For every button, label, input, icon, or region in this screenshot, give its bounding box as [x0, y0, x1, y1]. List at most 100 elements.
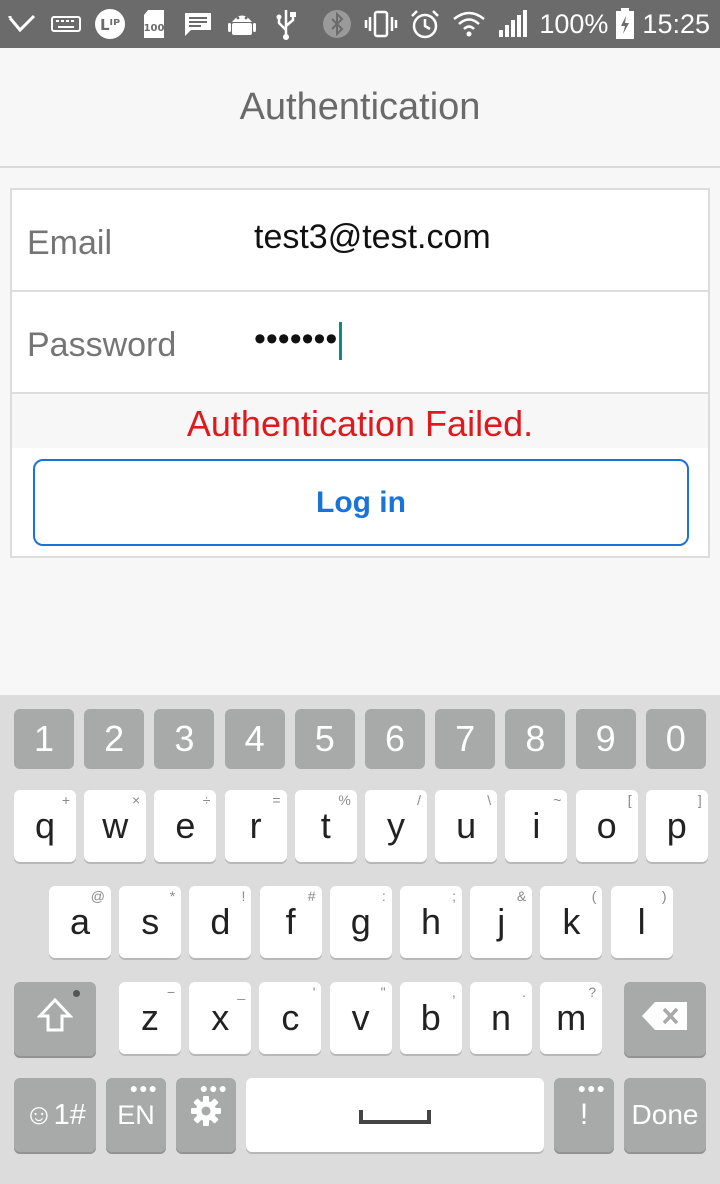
key-j[interactable]: j &	[470, 886, 533, 958]
key-a[interactable]: a @	[49, 886, 111, 958]
symbols-key[interactable]: ☺1#	[14, 1078, 96, 1152]
key-alt-symbol: @	[90, 888, 105, 904]
key-alt-symbol: !	[241, 888, 246, 904]
key-r[interactable]: r =	[224, 790, 287, 862]
usb-icon	[264, 0, 308, 48]
key-x[interactable]: x _	[189, 982, 252, 1054]
key-h[interactable]: h;	[400, 886, 462, 958]
sd-100-icon: 100	[132, 0, 176, 48]
key-s[interactable]: s *	[119, 886, 182, 958]
key-6[interactable]: 6	[365, 709, 425, 769]
key-alt-symbol: %	[338, 792, 351, 808]
key-letter: c	[281, 997, 300, 1038]
key-k[interactable]: k(	[540, 886, 603, 958]
key-alt-symbol: .	[522, 984, 526, 1000]
key-7[interactable]: 7	[435, 709, 496, 769]
key-o[interactable]: o[	[575, 790, 638, 862]
key-alt-symbol: :	[381, 888, 386, 904]
key-alt-symbol: ~	[553, 792, 562, 808]
key-y[interactable]: y /	[365, 790, 427, 862]
key-alt-symbol: )	[661, 888, 667, 904]
error-message: Authentication Failed.	[12, 394, 708, 448]
key-i[interactable]: i ~	[505, 790, 568, 862]
key-letter: t	[320, 805, 331, 846]
done-key[interactable]: Done	[624, 1078, 706, 1152]
message-icon	[176, 0, 220, 48]
key-b[interactable]: b,	[399, 982, 462, 1054]
key-letter: b	[420, 997, 441, 1038]
more-dots: ●●●	[577, 1080, 606, 1096]
key-m[interactable]: m?	[540, 982, 603, 1054]
key-letter: i	[532, 805, 541, 846]
key-c[interactable]: c '	[259, 982, 322, 1054]
key-letter: p	[666, 805, 687, 846]
key-letter: u	[456, 805, 477, 846]
signal-badge-icon: Lᴵᴾ	[88, 0, 132, 48]
key-alt-symbol: (	[591, 888, 597, 904]
svg-text:100: 100	[144, 23, 165, 34]
key-4[interactable]: 4	[224, 709, 285, 769]
key-p[interactable]: p]	[645, 790, 708, 862]
clock-time: 15:25	[642, 8, 710, 39]
login-form: Email test3@test.com Password ••••••• Au…	[10, 188, 710, 558]
key-q[interactable]: q +	[14, 790, 76, 862]
email-row[interactable]: Email test3@test.com	[12, 190, 708, 292]
key-1[interactable]: 1	[14, 709, 74, 769]
backspace-key[interactable]	[624, 982, 706, 1056]
key-2[interactable]: 2	[84, 709, 145, 769]
key-letter: y	[387, 805, 405, 846]
key-letter: q	[34, 805, 56, 846]
key-e[interactable]: e ÷	[154, 790, 217, 862]
key-0[interactable]: 0	[645, 709, 706, 769]
key-alt-symbol: '	[312, 984, 316, 1000]
key-z[interactable]: z −	[119, 982, 181, 1054]
space-key[interactable]	[246, 1078, 544, 1152]
shift-key[interactable]	[14, 982, 96, 1056]
key-letter: g	[350, 901, 371, 942]
key-letter: s	[141, 901, 160, 942]
key-alt-symbol: ]	[697, 792, 702, 808]
key-alt-symbol: ?	[588, 984, 597, 1000]
key-d[interactable]: d!	[189, 886, 252, 958]
key-5[interactable]: 5	[294, 709, 355, 769]
key-letter: z	[141, 997, 159, 1038]
email-field[interactable]: test3@test.com	[254, 218, 491, 257]
key-letter: d	[210, 901, 231, 942]
key-l[interactable]: l)	[610, 886, 673, 958]
check-icon	[0, 0, 44, 48]
backspace-icon	[641, 998, 689, 1040]
exclaim-label: !	[579, 1098, 589, 1131]
key-letter: w	[102, 805, 129, 846]
key-g[interactable]: g:	[329, 886, 392, 958]
key-letter: a	[69, 901, 91, 942]
page-title: Authentication	[239, 85, 481, 128]
password-row[interactable]: Password •••••••	[12, 292, 708, 394]
key-n[interactable]: n.	[470, 982, 532, 1054]
key-letter: h	[420, 901, 442, 942]
settings-key[interactable]: ●●●	[176, 1078, 236, 1152]
key-w[interactable]: w ×	[84, 790, 147, 862]
status-bar: Lᴵᴾ 100 100% 15:25	[0, 0, 720, 48]
more-dots: ●●●	[129, 1080, 158, 1096]
login-button[interactable]: Log in	[33, 459, 689, 546]
android-icon	[220, 0, 264, 48]
key-v[interactable]: v "	[329, 982, 392, 1054]
key-letter: k	[562, 901, 581, 942]
key-u[interactable]: u \	[435, 790, 498, 862]
key-t[interactable]: t%	[294, 790, 357, 862]
key-alt-symbol: −	[166, 984, 175, 1000]
key-alt-symbol: ;	[452, 888, 456, 904]
key-9[interactable]: 9	[575, 709, 636, 769]
language-key[interactable]: EN ●●●	[106, 1078, 166, 1152]
exclaim-key[interactable]: ! ●●●	[554, 1078, 614, 1152]
key-alt-symbol: &	[516, 888, 527, 904]
alarm-icon	[403, 0, 447, 48]
key-f[interactable]: f #	[259, 886, 322, 958]
key-alt-symbol: /	[417, 792, 421, 808]
password-field[interactable]: •••••••	[254, 320, 343, 361]
text-cursor	[339, 322, 343, 361]
password-value: •••••••	[254, 320, 338, 358]
gear-icon	[190, 1094, 222, 1136]
key-8[interactable]: 8	[505, 709, 566, 769]
key-3[interactable]: 3	[154, 709, 215, 769]
